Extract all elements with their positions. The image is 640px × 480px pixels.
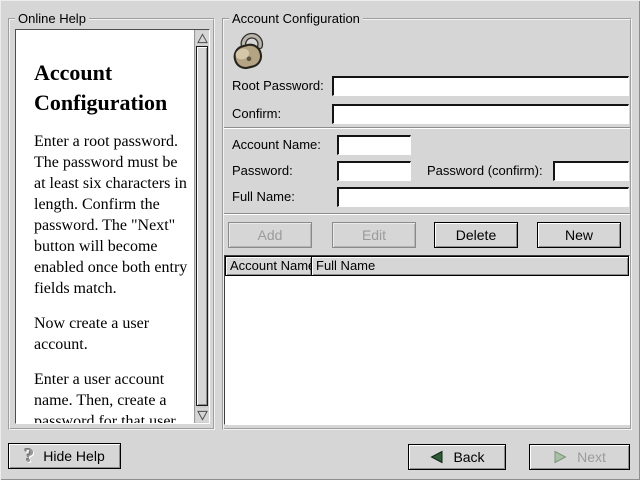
- scroll-up-icon[interactable]: [196, 31, 209, 45]
- padlock-icon: [229, 29, 271, 71]
- new-button[interactable]: New: [537, 222, 621, 248]
- password-input[interactable]: [337, 161, 411, 181]
- full-name-input[interactable]: [337, 187, 629, 207]
- add-button[interactable]: Add: [228, 222, 312, 248]
- question-mark-icon: ?: [24, 446, 34, 466]
- table-header-full-name[interactable]: Full Name: [311, 256, 629, 276]
- installer-window: Online Help Account Configuration Enter …: [0, 0, 640, 480]
- delete-button-label: Delete: [456, 227, 496, 243]
- help-paragraph: Enter a user account name. Then, create …: [34, 369, 188, 424]
- help-paragraph: Enter a root password. The password must…: [34, 131, 188, 299]
- table-header-account-name[interactable]: Account Name: [225, 256, 312, 276]
- separator: [224, 127, 630, 129]
- accounts-table-header: Account Name Full Name: [225, 256, 629, 276]
- account-configuration-frame: Account Configuration Root Password: Con…: [222, 18, 632, 430]
- account-name-label: Account Name:: [232, 135, 321, 155]
- back-button-label: Back: [453, 449, 484, 465]
- edit-button-label: Edit: [362, 227, 386, 243]
- scroll-down-icon[interactable]: [196, 408, 209, 422]
- account-name-input[interactable]: [337, 135, 411, 155]
- help-viewport: Account Configuration Enter a root passw…: [15, 29, 210, 424]
- help-scrollbar[interactable]: [194, 30, 209, 423]
- back-arrow-icon: [429, 450, 444, 464]
- scrollbar-thumb[interactable]: [196, 46, 208, 406]
- accounts-table-body[interactable]: [225, 276, 629, 424]
- accounts-table: Account Name Full Name: [224, 255, 630, 425]
- root-password-input[interactable]: [332, 76, 629, 96]
- confirm-password-input[interactable]: [332, 104, 629, 124]
- hide-help-button[interactable]: ? Hide Help: [8, 443, 121, 469]
- account-configuration-frame-label: Account Configuration: [229, 11, 363, 26]
- next-arrow-icon: [553, 450, 568, 464]
- help-paragraph: Now create a user account.: [34, 313, 188, 355]
- add-button-label: Add: [258, 227, 283, 243]
- help-text: Account Configuration Enter a root passw…: [34, 58, 188, 424]
- new-button-label: New: [565, 227, 593, 243]
- password-confirm-input[interactable]: [553, 161, 629, 181]
- root-password-label: Root Password:: [232, 76, 324, 96]
- online-help-frame-label: Online Help: [15, 11, 89, 26]
- confirm-label: Confirm:: [232, 104, 281, 124]
- password-confirm-label: Password (confirm):: [427, 161, 543, 181]
- online-help-frame: Online Help Account Configuration Enter …: [8, 18, 215, 430]
- password-label: Password:: [232, 161, 293, 181]
- next-button-label: Next: [577, 449, 606, 465]
- separator: [224, 213, 630, 215]
- back-button[interactable]: Back: [408, 444, 506, 470]
- hide-help-button-label: Hide Help: [43, 448, 104, 464]
- edit-button[interactable]: Edit: [332, 222, 416, 248]
- delete-button[interactable]: Delete: [434, 222, 518, 248]
- help-title: Account Configuration: [34, 58, 188, 118]
- full-name-label: Full Name:: [232, 187, 295, 207]
- next-button[interactable]: Next: [529, 444, 630, 470]
